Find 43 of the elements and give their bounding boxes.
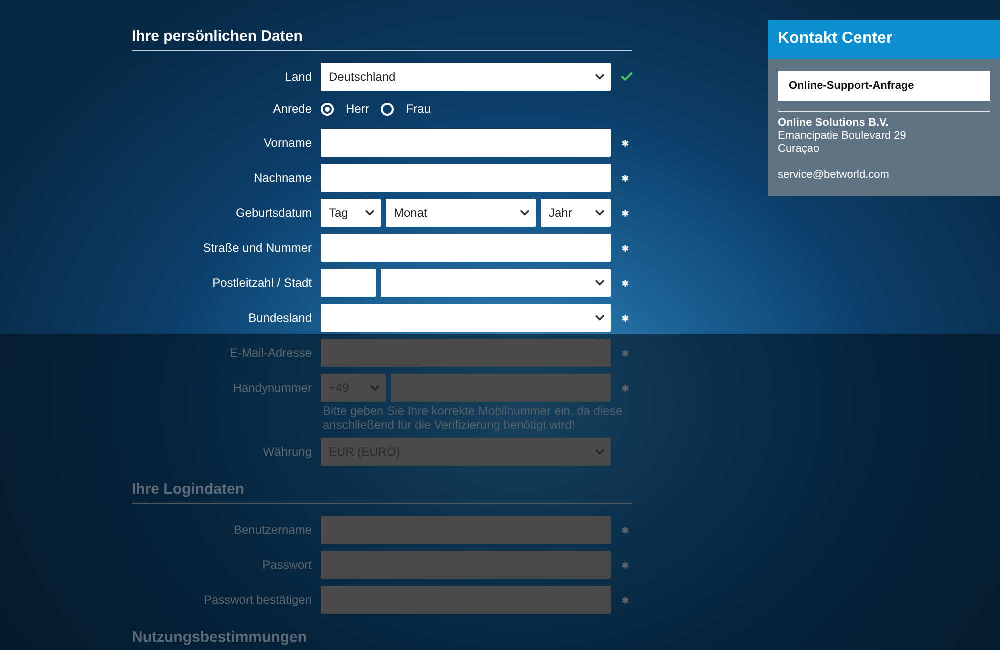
field-label: Handynummer: [232, 380, 312, 397]
select-field[interactable]: Deutschland: [321, 63, 611, 91]
field-label: Vorname: [262, 135, 312, 152]
input-field[interactable]: [321, 339, 611, 367]
input-field[interactable]: [321, 586, 611, 614]
field-label: E-Mail-Adresse: [228, 345, 312, 362]
select-field[interactable]: Tag: [321, 199, 381, 227]
field-label: Passwort bestätigen: [202, 592, 312, 609]
field-label: Geburtsdatum: [234, 205, 312, 222]
section-heading: Ihre Logindaten: [132, 481, 632, 504]
address-line: Emancipatie Boulevard 29: [778, 130, 908, 143]
input-field[interactable]: [321, 234, 611, 262]
panel-title: Kontakt Center: [768, 20, 1000, 59]
email-link[interactable]: service@betworld.com: [778, 169, 990, 182]
select-field[interactable]: [321, 304, 611, 332]
field-label: Land: [284, 69, 312, 86]
input-field[interactable]: [321, 164, 611, 192]
radio-option[interactable]: Frau: [381, 102, 432, 116]
address-line: Curaçao: [778, 143, 821, 156]
input-field[interactable]: [321, 516, 611, 544]
input-field[interactable]: [321, 551, 611, 579]
hint-text: Bitte geben Sie Ihre korrekte Mobilnummer ein, da diese anschließend für die Verifizierung benötigt wird!: [323, 404, 624, 432]
field-label: Postleitzahl / Stadt: [212, 275, 312, 292]
select-field[interactable]: Monat: [386, 199, 536, 227]
field-label: Währung: [262, 444, 312, 461]
field-label: Anrede: [272, 101, 312, 118]
select-field[interactable]: Jahr: [541, 199, 611, 227]
select-field[interactable]: [381, 269, 611, 297]
radio-option[interactable]: Herr: [321, 102, 370, 116]
radio-circle-icon: [381, 102, 394, 116]
field-label: Passwort: [262, 557, 312, 574]
section-heading: Ihre persönlichen Daten: [132, 28, 632, 51]
radio-circle-icon: [321, 102, 334, 116]
input-field[interactable]: [321, 129, 611, 157]
section-heading: Nutzungsbestimmungen: [132, 629, 632, 650]
input-field[interactable]: [391, 374, 611, 402]
field-label: Nachname: [252, 170, 312, 187]
field-label: Straße und Nummer: [202, 240, 312, 257]
input-field[interactable]: [321, 269, 376, 297]
support-button[interactable]: Online-Support-Anfrage: [778, 71, 990, 101]
field-label: Benutzername: [232, 522, 312, 539]
field-label: Bundesland: [248, 310, 312, 327]
company-name: Online Solutions B.V.: [778, 117, 890, 130]
